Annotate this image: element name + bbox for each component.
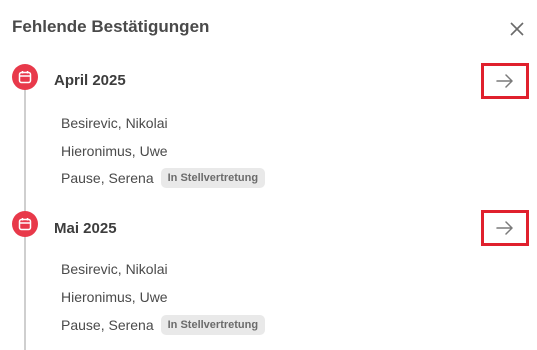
person-name: Besirevic, Nikolai <box>61 115 168 131</box>
arrow-right-icon <box>496 74 513 88</box>
person-name: Pause, Serena <box>61 317 154 333</box>
arrow-right-icon <box>496 221 513 235</box>
list-item: Hieronimus, Uwe <box>61 143 168 159</box>
list-item: Pause, Serena In Stellvertretung <box>61 168 266 188</box>
person-name: Hieronimus, Uwe <box>61 289 168 305</box>
substitute-badge: In Stellvertretung <box>160 168 266 188</box>
month-title: April 2025 <box>54 72 126 89</box>
calendar-icon <box>12 211 38 237</box>
person-name: Besirevic, Nikolai <box>61 261 168 277</box>
list-item: Hieronimus, Uwe <box>61 289 168 305</box>
open-month-button[interactable] <box>481 210 529 246</box>
missing-confirmations-panel: Fehlende Bestätigungen April 2025 Besire… <box>0 0 537 350</box>
list-item: Besirevic, Nikolai <box>61 115 168 131</box>
calendar-icon <box>12 64 38 90</box>
person-name: Pause, Serena <box>61 170 154 186</box>
list-item: Besirevic, Nikolai <box>61 261 168 277</box>
list-item: Pause, Serena In Stellvertretung <box>61 315 266 335</box>
panel-title: Fehlende Bestätigungen <box>12 17 210 36</box>
close-icon <box>510 22 524 36</box>
close-button[interactable] <box>507 19 527 39</box>
month-title: Mai 2025 <box>54 220 117 237</box>
person-name: Hieronimus, Uwe <box>61 143 168 159</box>
substitute-badge: In Stellvertretung <box>160 315 266 335</box>
open-month-button[interactable] <box>481 63 529 99</box>
